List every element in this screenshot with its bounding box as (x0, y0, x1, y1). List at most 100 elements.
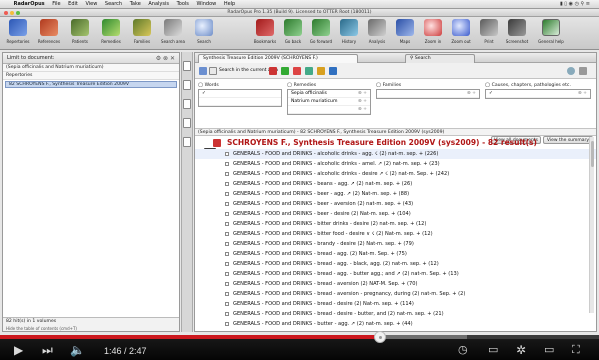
rubric-row[interactable]: GENERALS - FOOD and DRINKS - bread - ave… (195, 279, 596, 289)
hide-toc-hint[interactable]: Hide the table of contents (cmd+T) (6, 325, 179, 332)
toolbar-search-button[interactable]: Search (189, 19, 219, 44)
toolbar-references-button[interactable]: References (34, 19, 64, 44)
rubric-checkbox[interactable] (225, 262, 229, 266)
scrollbar-thumb[interactable] (590, 141, 594, 167)
causes-field[interactable]: ✓ ⊗ + (485, 89, 591, 99)
rubric-checkbox[interactable] (225, 282, 229, 286)
toolbar-repertories-button[interactable]: Repertories (3, 19, 33, 44)
rubric-checkbox[interactable] (225, 202, 229, 206)
rubric-row[interactable]: GENERALS - FOOD and DRINKS - bread - agg… (195, 269, 596, 279)
menu-app[interactable]: RadarOpus (11, 0, 48, 9)
progress-bar[interactable] (0, 331, 599, 343)
next-icon[interactable]: ⏭ (42, 344, 53, 356)
menu-analysis[interactable]: Analysis (145, 0, 172, 9)
results-scrollbar[interactable] (589, 137, 594, 313)
rubric-row[interactable]: GENERALS - FOOD and DRINKS - bread - agg… (195, 259, 596, 269)
tab-search[interactable]: ⚲ Search (405, 54, 475, 63)
rubric-row[interactable]: GENERALS - FOOD and DRINKS - alcoholic d… (195, 149, 596, 159)
rubric-row[interactable]: GENERALS - FOOD and DRINKS - bread - des… (195, 309, 596, 319)
rubric-row[interactable]: GENERALS - FOOD and DRINKS - beer - agg.… (195, 189, 596, 199)
toolbar-history-button[interactable]: History (334, 19, 364, 44)
rubric-checkbox[interactable] (225, 182, 229, 186)
toolbar-families-button[interactable]: Families (127, 19, 157, 44)
remedy-entry[interactable]: Sepia officinalis ⊗ + (288, 90, 370, 98)
remedy-entry-empty[interactable]: ⊗ + (288, 106, 370, 114)
book-title-row[interactable]: SCHROYENS F., Synthesis Treasure Edition… (195, 137, 596, 149)
volume-icon[interactable]: 🔈 (70, 344, 85, 356)
menu-edit[interactable]: Edit (65, 0, 81, 9)
search-icon[interactable] (199, 67, 207, 75)
document-icon[interactable] (183, 118, 191, 128)
document-icon[interactable] (183, 61, 191, 71)
rubric-row[interactable]: GENERALS - FOOD and DRINKS - beer - desi… (195, 209, 596, 219)
toolbar-remedies-button[interactable]: Remedies (96, 19, 126, 44)
rubric-checkbox[interactable] (225, 172, 229, 176)
document-icon[interactable] (183, 80, 191, 90)
settings-icon[interactable] (579, 67, 587, 75)
rubric-row[interactable]: GENERALS - FOOD and DRINKS - beer - aver… (195, 199, 596, 209)
book-icon[interactable] (269, 67, 277, 75)
menu-help[interactable]: Help (221, 0, 238, 9)
rubric-row[interactable]: GENERALS - FOOD and DRINKS - butter - ag… (195, 319, 596, 329)
rubric-row[interactable]: GENERALS - FOOD and DRINKS - alcoholic d… (195, 169, 596, 179)
menu-tools[interactable]: Tools (174, 0, 192, 9)
play-icon[interactable]: ▶ (14, 344, 23, 356)
folder-icon[interactable] (317, 67, 325, 75)
menu-window[interactable]: Window (194, 0, 220, 9)
rubric-row[interactable]: GENERALS - FOOD and DRINKS - bread - agg… (195, 249, 596, 259)
menu-view[interactable]: View (82, 0, 100, 9)
rubric-row[interactable]: GENERALS - FOOD and DRINKS - alcoholic d… (195, 159, 596, 169)
menu-search[interactable]: Search (102, 0, 125, 9)
toolbar-go-forward-button[interactable]: Go forward (306, 19, 336, 44)
people-icon[interactable] (329, 67, 337, 75)
toolbar-screenshot-button[interactable]: Screenshot (502, 19, 532, 44)
cross-icon[interactable] (293, 67, 301, 75)
remove-icon[interactable]: ⊗ + (358, 90, 367, 97)
pencil-icon[interactable] (281, 67, 289, 75)
document-icon[interactable] (183, 137, 191, 147)
rubric-checkbox[interactable] (225, 322, 229, 326)
toolbar-search-area-button[interactable]: Search area (158, 19, 188, 44)
toolbar-patients-button[interactable]: Patients (65, 19, 95, 44)
menu-file[interactable]: File (49, 0, 63, 9)
rubric-checkbox[interactable] (225, 272, 229, 276)
remove-icon[interactable]: ⊗ + (358, 98, 367, 105)
close-window-icon[interactable] (4, 11, 8, 15)
rubric-row[interactable]: GENERALS - FOOD and DRINKS - bread - ave… (195, 289, 596, 299)
rubric-checkbox[interactable] (225, 192, 229, 196)
toolbar-zoom-in-button[interactable]: Zoom in (418, 19, 448, 44)
captions-icon[interactable]: ▭ (488, 344, 498, 356)
rubric-checkbox[interactable] (225, 242, 229, 246)
toolbar-bookmarks-button[interactable]: Bookmarks (250, 19, 280, 44)
rubric-row[interactable]: GENERALS - FOOD and DRINKS - bitter food… (195, 229, 596, 239)
families-field[interactable]: ⊗ + (376, 89, 480, 99)
rubric-checkbox[interactable] (225, 232, 229, 236)
toolbar-analysis-button[interactable]: Analysis (362, 19, 392, 44)
zoom-window-icon[interactable] (16, 11, 20, 15)
toolbar-print-button[interactable]: Print (474, 19, 504, 44)
words-field[interactable]: ✓ (198, 89, 282, 107)
rubric-row[interactable]: GENERALS - FOOD and DRINKS - bread - des… (195, 299, 596, 309)
rubric-row[interactable]: GENERALS - FOOD and DRINKS - brandy - de… (195, 239, 596, 249)
rubric-checkbox[interactable] (225, 312, 229, 316)
grid-icon[interactable] (305, 67, 313, 75)
rubric-checkbox[interactable] (225, 162, 229, 166)
rubric-checkbox[interactable] (225, 252, 229, 256)
toolbar-zoom-out-button[interactable]: Zoom out (446, 19, 476, 44)
search-area-checkbox[interactable] (209, 67, 217, 75)
rubric-checkbox[interactable] (225, 152, 229, 156)
repertory-selected-item[interactable]: 82 SCHROYENS F., Synthesis Treasure Edit… (5, 81, 177, 88)
rubric-checkbox[interactable] (225, 222, 229, 226)
pane-options-icon[interactable]: ⚙ ⊗ ✕ (156, 53, 175, 64)
settings-gear-icon[interactable]: ✲ (516, 344, 526, 356)
remedies-field[interactable]: Sepia officinalis ⊗ + Natrium muriaticum ⊗… (287, 89, 371, 115)
scrubber-handle[interactable] (374, 331, 387, 343)
document-icon[interactable] (183, 99, 191, 109)
remedy-entry[interactable]: Natrium muriaticum ⊗ + (288, 98, 370, 106)
rubric-checkbox[interactable] (225, 302, 229, 306)
watch-later-icon[interactable]: ◷ (458, 344, 468, 356)
toolbar-go-back-button[interactable]: Go back (278, 19, 308, 44)
minimize-window-icon[interactable] (10, 11, 14, 15)
tab-synthesis[interactable]: Synthesis Treasure Edition 2009V (SCHROY… (198, 54, 358, 63)
rubric-row[interactable]: GENERALS - FOOD and DRINKS - beans - agg… (195, 179, 596, 189)
